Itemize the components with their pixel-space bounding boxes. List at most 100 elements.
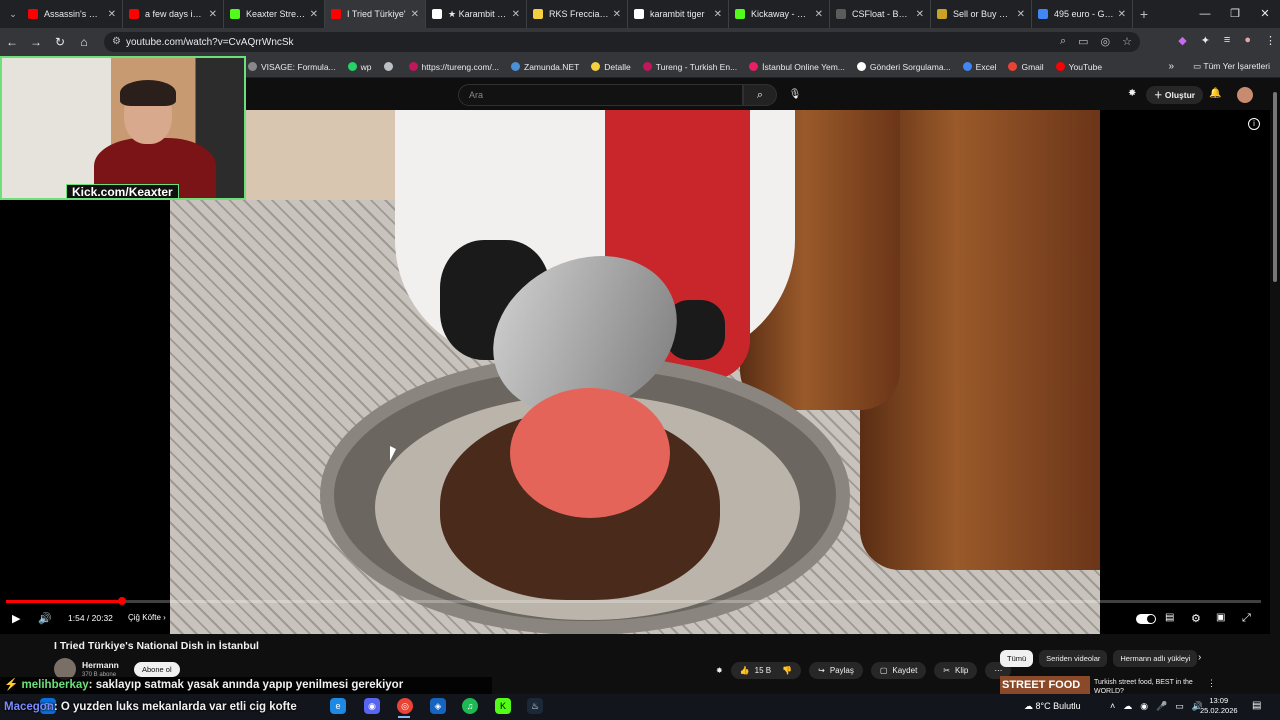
reload-icon[interactable]: ↻ (48, 35, 72, 49)
minimize-icon[interactable]: — (1190, 0, 1220, 28)
recommended-menu-icon[interactable]: ⋮ (1207, 678, 1216, 689)
bookmark-item[interactable]: Detalle (591, 62, 631, 72)
all-bookmarks[interactable]: ▭ Tüm Yer İşaretleri (1193, 61, 1270, 72)
like-button[interactable]: 👍 15 B 👎 (730, 661, 802, 679)
tab-close-icon[interactable]: ✕ (1017, 9, 1025, 20)
subtitles-icon[interactable]: ▤ (1165, 612, 1174, 623)
browser-tab[interactable]: 495 euro - Goo ✕ (1032, 0, 1133, 28)
browser-tab[interactable]: ★ Karambit | U ✕ (426, 0, 527, 28)
settings-icon[interactable]: ⚙ (1191, 612, 1201, 625)
kick-app-icon[interactable]: K (495, 698, 511, 714)
search-input[interactable]: Ara (458, 84, 743, 106)
premium-icon[interactable]: ✸ (1128, 88, 1136, 99)
info-icon[interactable]: i (1248, 118, 1260, 130)
recommended-title[interactable]: Turkish street food, BEST in the WORLD? (1094, 678, 1204, 694)
microphone-icon[interactable]: 🎤 (1156, 701, 1167, 712)
tab-close-icon[interactable]: ✕ (411, 9, 419, 20)
tray-chevron-icon[interactable]: ˄ (1110, 701, 1115, 712)
tab-search-icon[interactable]: ⌄ (4, 9, 22, 20)
tab-close-icon[interactable]: ✕ (613, 9, 621, 20)
tab-close-icon[interactable]: ✕ (209, 9, 217, 20)
forward-icon[interactable]: → (24, 35, 48, 49)
chevron-right-icon[interactable]: › (1198, 652, 1201, 663)
browser-tab[interactable]: a few days in ls ✕ (123, 0, 224, 28)
create-button[interactable]: ＋ Oluştur (1146, 86, 1204, 104)
tab-close-icon[interactable]: ✕ (815, 9, 823, 20)
chapter-button[interactable]: Çiğ Köfte › (128, 613, 166, 622)
onedrive-icon[interactable]: ☁ (1123, 701, 1132, 712)
scrollbar-thumb[interactable] (1273, 92, 1277, 282)
channel-name[interactable]: Hermann (82, 660, 119, 670)
discord-icon[interactable]: ◉ (364, 698, 380, 714)
subscribe-button[interactable]: Abone ol (134, 662, 180, 677)
filter-chip[interactable]: Hermann adlı yükleyi (1113, 650, 1198, 667)
bookmark-item[interactable] (383, 62, 397, 72)
play-icon[interactable]: ▶ (12, 612, 20, 625)
new-tab-button[interactable]: + (1133, 6, 1155, 22)
voice-search-icon[interactable]: 🎙 (786, 86, 804, 104)
tab-close-icon[interactable]: ✕ (310, 9, 318, 20)
bookmark-item[interactable]: Tureng - Turkish En... (642, 62, 737, 72)
tab-close-icon[interactable]: ✕ (1118, 9, 1126, 20)
tab-close-icon[interactable]: ✕ (714, 9, 722, 20)
notification-icon[interactable]: ▤ (1252, 700, 1261, 711)
clip-button[interactable]: ✂ Klip (934, 661, 978, 679)
site-info-icon[interactable]: ⚙ (112, 36, 121, 47)
miniplayer-icon[interactable]: ▣ (1216, 612, 1225, 623)
bookmark-item[interactable]: Gmail (1008, 62, 1044, 72)
ai-sparkle-icon[interactable]: ✸ (716, 666, 723, 675)
bookmark-item[interactable]: VISAGE: Formula... (248, 62, 336, 72)
browser-tab[interactable]: Keaxter Stream ✕ (224, 0, 325, 28)
more-bookmarks-icon[interactable]: » (1168, 61, 1174, 72)
bookmark-item[interactable]: wp (347, 62, 372, 72)
autoplay-toggle[interactable] (1136, 614, 1156, 624)
network-icon[interactable]: ▭ (1175, 701, 1184, 712)
cast-icon[interactable]: ▭ (1078, 35, 1088, 48)
eye-off-icon[interactable]: ◎ (1101, 35, 1111, 48)
volume-icon[interactable]: 🔊 (38, 612, 52, 625)
share-button[interactable]: ↪ Paylaş (809, 661, 863, 679)
steam-icon[interactable]: ♨ (527, 698, 543, 714)
notifications-icon[interactable]: 🔔 (1209, 88, 1221, 99)
weather-widget[interactable]: ☁ 8°C Bulutlu (1024, 701, 1081, 712)
menu-dots-icon[interactable]: ⋮ (1265, 34, 1276, 47)
tab-close-icon[interactable]: ✕ (108, 9, 116, 20)
browser-tab[interactable]: karambit tiger ✕ (628, 0, 729, 28)
home-icon[interactable]: ⌂ (72, 35, 96, 49)
maximize-icon[interactable]: ❐ (1220, 0, 1250, 28)
system-clock[interactable]: 13:09 25.02.2026 (1200, 696, 1238, 716)
filter-chip[interactable]: Tümü (1000, 650, 1034, 667)
tab-close-icon[interactable]: ✕ (916, 9, 924, 20)
browser-tab[interactable]: I Tried Türkiye' ✕ (325, 0, 426, 28)
progress-bar[interactable] (6, 600, 1261, 603)
browser-tab[interactable]: CSFloat - Buy & ✕ (830, 0, 931, 28)
thumbs-down-icon[interactable]: 👎 (782, 666, 792, 675)
bookmark-item[interactable]: İstanbul Online Yem... (749, 62, 845, 72)
chrome-icon[interactable]: ◎ (397, 698, 413, 714)
extensions-puzzle-icon[interactable]: ✦ (1201, 34, 1210, 47)
browser-tab[interactable]: Kickaway - Kick ✕ (729, 0, 830, 28)
media-icon[interactable]: ≡ (1224, 34, 1230, 47)
bookmark-item[interactable]: Zamunda.NET (511, 62, 579, 72)
zoom-icon[interactable]: ⌕ (1060, 35, 1066, 48)
browser-tab[interactable]: Assassin's Creed ✕ (22, 0, 123, 28)
extension-icon[interactable]: ◆ (1178, 34, 1186, 47)
bookmark-item[interactable]: Gönderi Sorgulama... (856, 62, 951, 72)
tab-close-icon[interactable]: ✕ (512, 9, 520, 20)
spotify-icon[interactable]: ♫ (462, 698, 478, 714)
app-icon[interactable]: ◈ (430, 698, 446, 714)
recommended-thumbnail[interactable]: STREET FOOD (1000, 676, 1090, 694)
bookmark-item[interactable]: Excel (962, 62, 996, 72)
account-avatar[interactable] (1237, 87, 1253, 103)
browser-tab[interactable]: RKS Freccia 15 ✕ (527, 0, 628, 28)
bookmark-item[interactable]: YouTube (1055, 62, 1102, 72)
bookmark-item[interactable]: https://tureng.com/... (408, 62, 499, 72)
bookmark-star-icon[interactable]: ☆ (1122, 35, 1132, 48)
save-button[interactable]: ▢ Kaydet (870, 661, 927, 679)
back-icon[interactable]: ← (0, 35, 24, 49)
browser-tab[interactable]: Sell or Buy ★ In ✕ (931, 0, 1032, 28)
edge-icon[interactable]: e (330, 698, 346, 714)
address-bar[interactable]: ⚙ youtube.com/watch?v=CvAQrrWncSk ⌕ ▭ ◎ … (104, 32, 1140, 52)
close-window-icon[interactable]: ✕ (1250, 0, 1280, 28)
filter-chip[interactable]: Seriden videolar (1039, 650, 1108, 667)
